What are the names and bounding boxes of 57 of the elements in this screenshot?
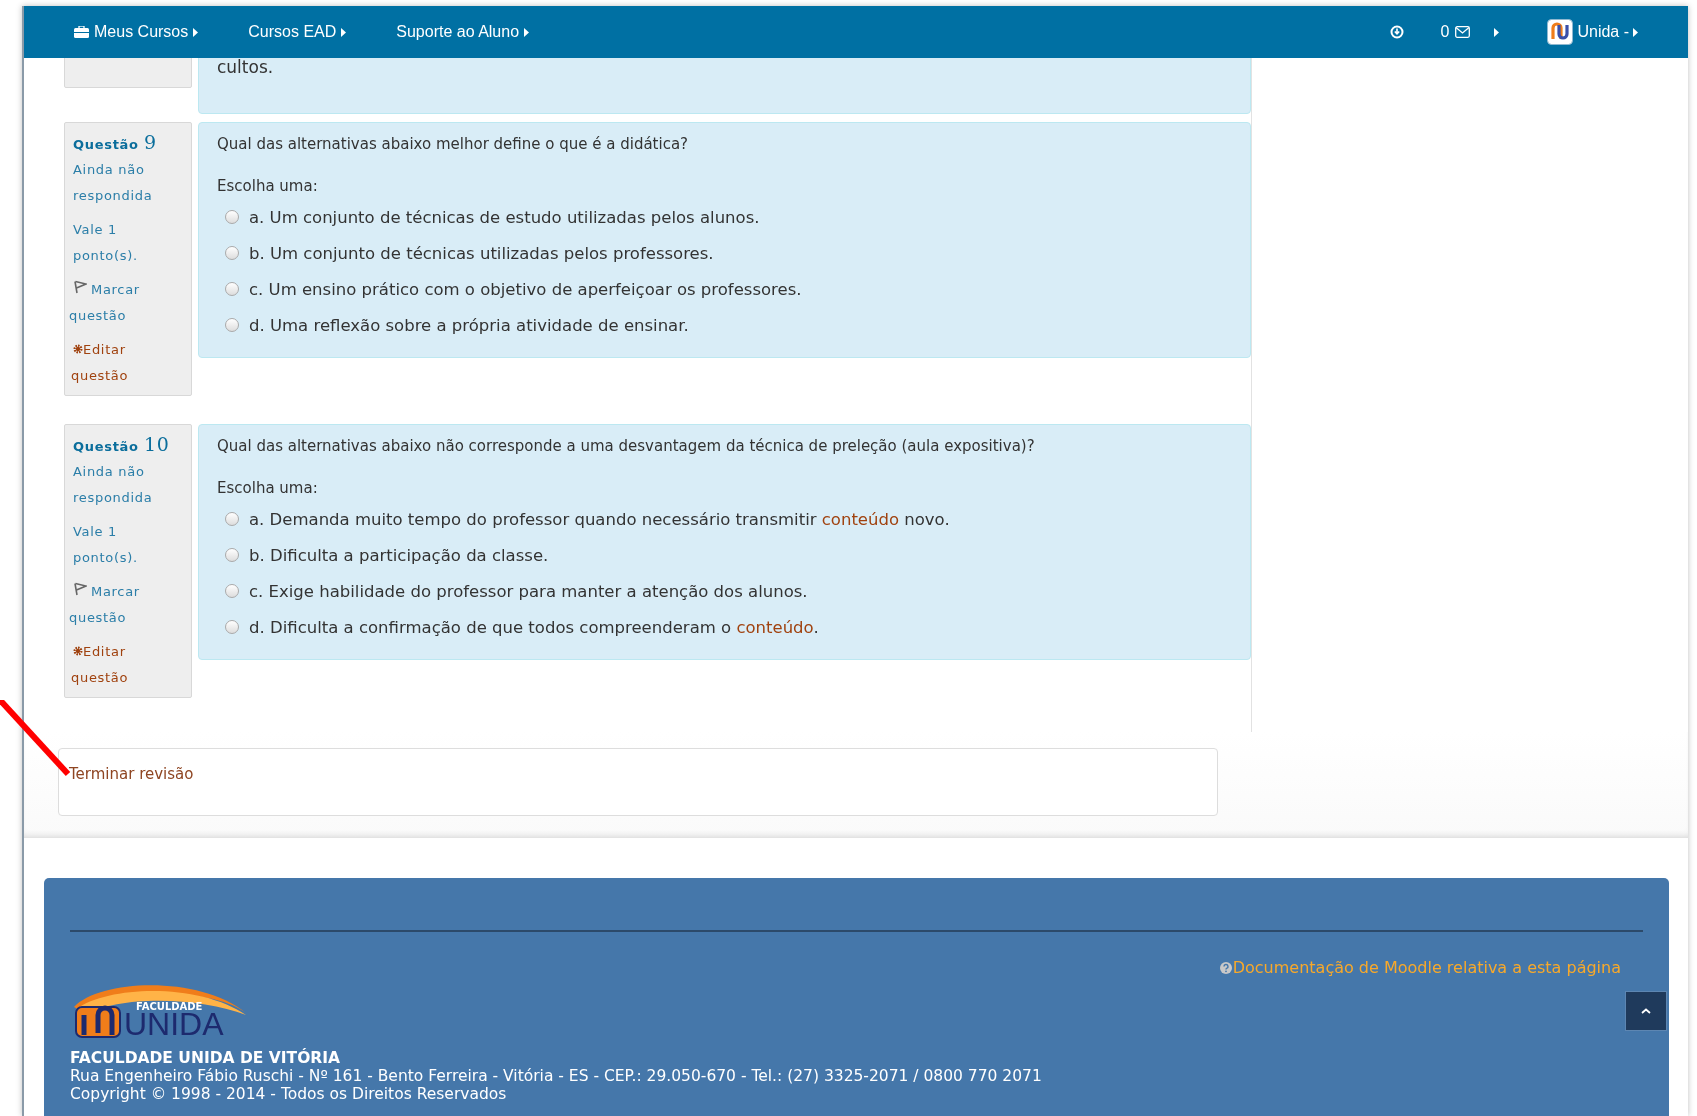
radio-button[interactable]: [225, 246, 239, 260]
flag-question-link[interactable]: Marcar questão: [69, 579, 159, 631]
address-text: Rua Engenheiro Fábio Ruschi - Nº 161 - Bento Ferreira - Vitória - ES - CEP.: 29.050-670 - Tel.: (27) 3325-2071 / 0800 770 2071: [70, 1067, 1043, 1085]
glossary-link[interactable]: conteúdo: [821, 509, 900, 529]
menu-item[interactable]: Suporte ao Aluno: [396, 23, 530, 41]
question-number: Questão 9: [73, 131, 158, 153]
help-icon: [1219, 961, 1232, 974]
avatar-icon: [1547, 19, 1574, 45]
answer-option[interactable]: b. Dificulta a participação da classe.: [249, 545, 549, 565]
radio-button[interactable]: [225, 620, 239, 634]
radio-button[interactable]: [225, 584, 239, 598]
briefcase-icon: [74, 26, 89, 38]
radio-button[interactable]: [225, 318, 239, 332]
answer-prompt: Escolha uma:: [217, 177, 319, 195]
envelope-icon: [1455, 26, 1471, 38]
answer-prompt: Escolha uma:: [217, 479, 319, 497]
answer-option[interactable]: c. Um ensino prático com o objetivo de aperfeiçoar os professores.: [249, 279, 802, 299]
answer-option[interactable]: a. Demanda muito tempo do professor quando necessário transmitir conteúdo novo.: [249, 509, 950, 529]
gear-icon[interactable]: [73, 646, 83, 656]
flag-question-link[interactable]: Marcar questão: [69, 277, 159, 329]
question-points: Vale 1 ponto(s).: [73, 221, 139, 265]
chevron-up-icon: [1641, 1008, 1651, 1014]
menu-item[interactable]: Cursos EAD: [248, 23, 347, 41]
answer-option[interactable]: d. Uma reflexão sobre a própria atividade de ensinar.: [249, 315, 689, 335]
flag-icon[interactable]: [73, 582, 87, 596]
question-text: cultos.: [217, 57, 274, 77]
question-points: Vale 1 ponto(s).: [73, 523, 139, 567]
question-text: Qual das alternativas abaixo não corresponde a uma desvantagem da técnica de preleção (aula expositiva)?: [217, 437, 1036, 455]
question-status: Ainda não respondida: [73, 161, 154, 205]
question-text: Qual das alternativas abaixo melhor define o que é a didática?: [217, 135, 690, 153]
answer-option[interactable]: b. Um conjunto de técnicas utilizadas pelos professores.: [249, 243, 714, 263]
copyright-text: Copyright © 1998 - 2014 - Todos os Direitos Reservados: [70, 1085, 508, 1103]
radio-button[interactable]: [225, 548, 239, 562]
menu-item[interactable]: Meus Cursos: [74, 23, 199, 41]
institution-name: FACULDADE UNIDA DE VITÓRIA: [70, 1049, 341, 1067]
caret-icon: [341, 27, 347, 37]
radio-button[interactable]: [225, 282, 239, 296]
question-status: Ainda não respondida: [73, 463, 154, 507]
flag-icon[interactable]: [73, 280, 87, 294]
edit-question-link[interactable]: Editar questão: [71, 337, 167, 389]
messages-button[interactable]: 0: [1440, 23, 1471, 41]
caret-icon: [1633, 27, 1638, 37]
glossary-link[interactable]: conteúdo: [736, 617, 814, 637]
radio-button[interactable]: [225, 512, 239, 526]
user-menu[interactable]: Unida -: [1547, 19, 1638, 45]
gear-icon[interactable]: [73, 344, 83, 354]
caret-icon: [524, 27, 530, 37]
edit-question-link[interactable]: Editar questão: [71, 639, 167, 691]
answer-option[interactable]: a. Um conjunto de técnicas de estudo utilizadas pelos alunos.: [249, 207, 760, 227]
finish-review-link[interactable]: Terminar revisão: [69, 761, 194, 787]
answer-option[interactable]: d. Dificulta a confirmação de que todos compreenderam o conteúdo.: [249, 617, 819, 637]
scroll-to-top-button[interactable]: [1625, 991, 1667, 1031]
question-number: Questão 10: [73, 433, 171, 455]
answer-option[interactable]: c. Exige habilidade do professor para manter a atenção dos alunos.: [249, 581, 808, 601]
caret-icon[interactable]: [1494, 27, 1500, 37]
alert-icon[interactable]: [1389, 25, 1404, 39]
radio-button[interactable]: [225, 210, 239, 224]
